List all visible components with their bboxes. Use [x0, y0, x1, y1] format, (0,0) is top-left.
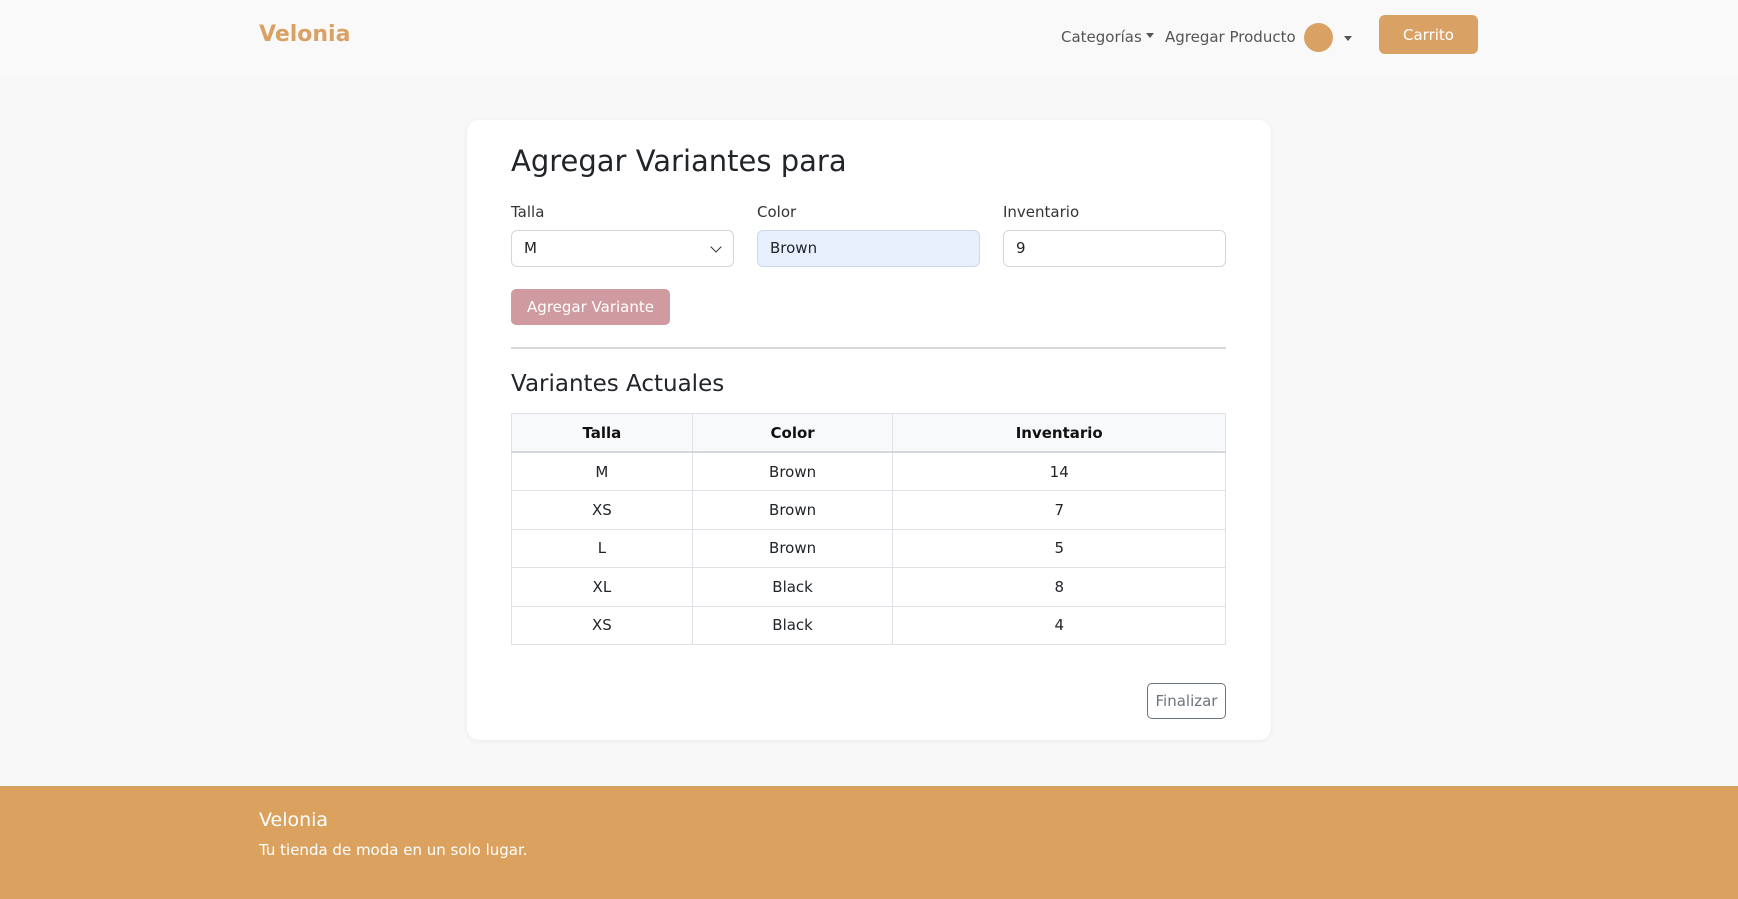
- cell-inventory: 7: [892, 490, 1226, 530]
- inventory-input-value: 9: [1016, 239, 1026, 257]
- nav-categories-label: Categorías: [1061, 28, 1142, 46]
- variants-table: Talla Color Inventario M Brown 14 XS Bro…: [511, 413, 1226, 645]
- variants-card: Agregar Variantes para Talla M Color Bro…: [467, 120, 1271, 740]
- current-variants-title: Variantes Actuales: [511, 371, 725, 397]
- cell-size: XS: [511, 605, 693, 645]
- cell-color: Black: [691, 605, 894, 645]
- size-select[interactable]: M: [511, 230, 734, 267]
- user-avatar[interactable]: [1304, 23, 1333, 52]
- table-row: XL Black 8: [511, 567, 1226, 607]
- brand-logo[interactable]: Velonia: [259, 22, 350, 47]
- table-row: XS Brown 7: [511, 490, 1226, 530]
- cell-color: Brown: [691, 451, 894, 491]
- cell-color: Brown: [691, 528, 894, 568]
- footer: Velonia Tu tienda de moda en un solo lug…: [0, 786, 1738, 899]
- cell-inventory: 8: [892, 567, 1226, 607]
- add-variant-button[interactable]: Agregar Variante: [511, 289, 670, 325]
- cell-size: L: [511, 528, 693, 568]
- cell-inventory: 5: [892, 528, 1226, 568]
- inventory-input[interactable]: 9: [1003, 230, 1226, 267]
- cell-inventory: 14: [892, 451, 1226, 491]
- column-header-inventory: Inventario: [892, 413, 1226, 453]
- table-row: L Brown 5: [511, 528, 1226, 568]
- cell-inventory: 4: [892, 605, 1226, 645]
- cell-size: XL: [511, 567, 693, 607]
- chevron-down-icon: [710, 241, 722, 253]
- page-title: Agregar Variantes para: [511, 144, 847, 178]
- footer-brand: Velonia: [259, 809, 329, 831]
- size-select-value: M: [524, 239, 537, 257]
- footer-tagline: Tu tienda de moda en un solo lugar.: [259, 841, 528, 859]
- inventory-label: Inventario: [1003, 203, 1080, 221]
- column-header-size: Talla: [511, 413, 693, 453]
- caret-down-icon[interactable]: [1344, 36, 1352, 41]
- color-input[interactable]: Brown: [757, 230, 980, 267]
- size-label: Talla: [511, 203, 545, 221]
- divider: [511, 347, 1226, 349]
- table-row: M Brown 14: [511, 451, 1226, 491]
- nav-categories-dropdown[interactable]: Categorías: [1061, 28, 1154, 46]
- finish-button[interactable]: Finalizar: [1147, 683, 1226, 719]
- color-label: Color: [757, 203, 797, 221]
- caret-down-icon: [1145, 33, 1154, 38]
- table-row: XS Black 4: [511, 605, 1226, 645]
- table-header-row: Talla Color Inventario: [511, 413, 1226, 453]
- nav-add-product[interactable]: Agregar Producto: [1165, 28, 1296, 46]
- column-header-color: Color: [691, 413, 894, 453]
- color-input-value: Brown: [770, 239, 818, 257]
- navbar: Velonia Categorías Agregar Producto Carr…: [0, 0, 1738, 76]
- cell-size: M: [511, 451, 693, 491]
- cart-button[interactable]: Carrito: [1379, 15, 1478, 54]
- cell-color: Brown: [691, 490, 894, 530]
- cell-color: Black: [691, 567, 894, 607]
- cell-size: XS: [511, 490, 693, 530]
